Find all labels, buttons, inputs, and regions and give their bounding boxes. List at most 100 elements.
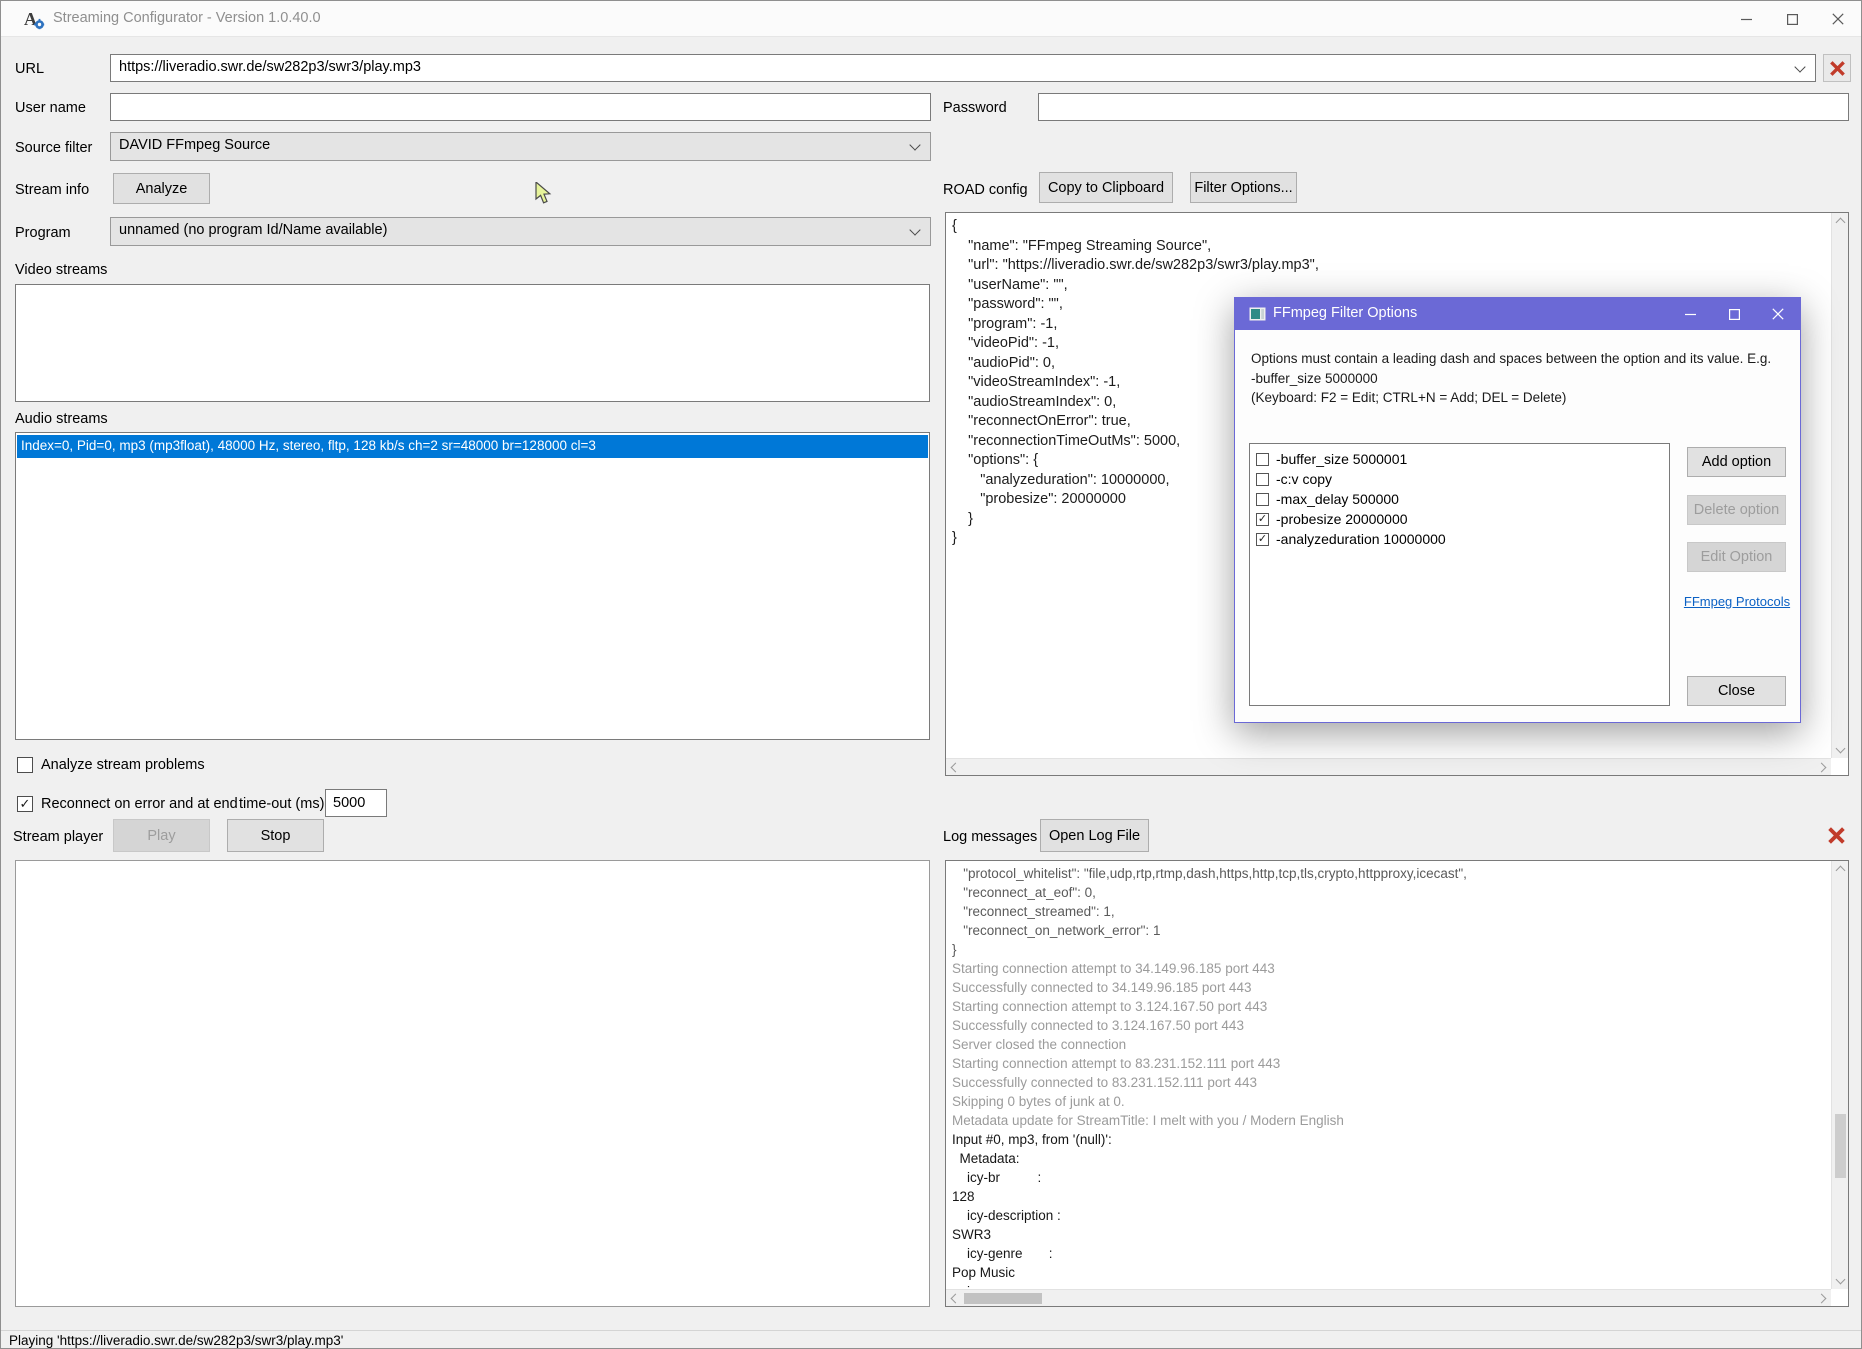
option-checkbox[interactable] (1256, 473, 1269, 486)
source-filter-dropdown[interactable]: DAVID FFmpeg Source (110, 132, 931, 161)
video-streams-list[interactable] (15, 284, 930, 402)
hscroll-thumb[interactable] (964, 1293, 1042, 1304)
road-config-json-line: "userName": "", (952, 276, 1828, 296)
audio-stream-item-selected[interactable]: Index=0, Pid=0, mp3 (mp3float), 48000 Hz… (17, 435, 928, 458)
red-x-icon (1827, 826, 1846, 845)
option-checkbox[interactable] (1256, 453, 1269, 466)
log-messages-label: Log messages (943, 829, 1037, 845)
url-combobox[interactable]: https://liveradio.swr.de/sw282p3/swr3/pl… (110, 54, 1816, 82)
analyze-problems-checkbox[interactable] (17, 757, 33, 773)
ffmpeg-protocols-link[interactable]: FFmpeg Protocols (1675, 594, 1799, 609)
add-option-button[interactable]: Add option (1687, 447, 1786, 477)
log-line: Input #0, mp3, from '(null)': (952, 1130, 1828, 1149)
filter-option-row[interactable]: ✓ -analyzeduration 10000000 (1254, 529, 1665, 549)
copy-to-clipboard-button[interactable]: Copy to Clipboard (1039, 172, 1173, 203)
minimize-button[interactable] (1723, 1, 1769, 37)
road-config-hscrollbar[interactable] (946, 758, 1831, 775)
username-label: User name (15, 100, 86, 116)
log-line: Successfully connected to 83.231.152.111… (952, 1073, 1828, 1092)
close-icon (1772, 308, 1784, 320)
option-checkbox[interactable]: ✓ (1256, 513, 1269, 526)
scroll-left-icon[interactable] (951, 763, 961, 773)
dialog-title-bar: FFmpeg Filter Options (1235, 298, 1800, 330)
close-button[interactable] (1815, 1, 1861, 37)
video-streams-label: Video streams (15, 262, 107, 278)
scroll-down-icon[interactable] (1836, 744, 1846, 754)
log-line: Pop Music (952, 1263, 1828, 1282)
clear-url-button[interactable] (1823, 54, 1851, 82)
stream-player-label: Stream player (13, 829, 103, 845)
url-label: URL (15, 61, 44, 77)
log-line: Starting connection attempt to 83.231.15… (952, 1054, 1828, 1073)
filter-options-button[interactable]: Filter Options... (1190, 172, 1297, 203)
dialog-minimize-button[interactable] (1668, 298, 1712, 330)
maximize-icon (1729, 309, 1740, 320)
log-line: } (952, 940, 1828, 959)
delete-option-button[interactable]: Delete option (1687, 495, 1786, 525)
stop-button[interactable]: Stop (227, 819, 324, 852)
clear-log-button[interactable] (1823, 822, 1849, 848)
dialog-window-icon (1249, 307, 1266, 321)
filter-option-row[interactable]: -buffer_size 5000001 (1254, 449, 1665, 469)
log-line: "reconnect_on_network_error": 1 (952, 921, 1828, 940)
program-dropdown[interactable]: unnamed (no program Id/Name available) (110, 217, 931, 246)
filter-options-list[interactable]: -buffer_size 5000001 -c:v copy -max_delay … (1249, 443, 1670, 706)
log-line: SWR3 (952, 1225, 1828, 1244)
log-line: icy-description : (952, 1206, 1828, 1225)
road-config-vscrollbar[interactable] (1831, 213, 1848, 758)
status-text: Playing 'https://liveradio.swr.de/sw282p… (9, 1333, 343, 1348)
close-dialog-button[interactable]: Close (1687, 676, 1786, 706)
dialog-maximize-button[interactable] (1712, 298, 1756, 330)
road-config-json-line: "url": "https://liveradio.swr.de/sw282p3… (952, 256, 1828, 276)
audio-streams-list[interactable]: Index=0, Pid=0, mp3 (mp3float), 48000 Hz… (15, 432, 930, 740)
edit-option-button[interactable]: Edit Option (1687, 542, 1786, 572)
road-config-json-line: "name": "FFmpeg Streaming Source", (952, 237, 1828, 257)
chevron-down-icon[interactable] (909, 224, 920, 235)
log-line: "reconnect_at_eof": 0, (952, 883, 1828, 902)
log-line: Skipping 0 bytes of junk at 0. (952, 1092, 1828, 1111)
option-label: -c:v copy (1276, 471, 1332, 487)
chevron-down-icon[interactable] (909, 139, 920, 150)
svg-text:A: A (24, 9, 37, 29)
log-line: Successfully connected to 34.149.96.185 … (952, 978, 1828, 997)
filter-option-row[interactable]: -max_delay 500000 (1254, 489, 1665, 509)
option-label: -probesize 20000000 (1276, 511, 1408, 527)
option-checkbox[interactable] (1256, 493, 1269, 506)
log-hscrollbar[interactable] (946, 1289, 1831, 1306)
username-input[interactable] (110, 93, 931, 121)
password-input[interactable] (1038, 93, 1849, 121)
analyze-button[interactable]: Analyze (113, 173, 210, 204)
maximize-button[interactable] (1769, 1, 1815, 37)
log-line: Metadata update for StreamTitle: I melt … (952, 1111, 1828, 1130)
scroll-down-icon[interactable] (1836, 1275, 1846, 1285)
chevron-down-icon[interactable] (1794, 61, 1805, 72)
option-label: -max_delay 500000 (1276, 491, 1399, 507)
vscroll-thumb[interactable] (1835, 1114, 1846, 1178)
program-value: unnamed (no program Id/Name available) (119, 222, 387, 238)
scroll-left-icon[interactable] (951, 1294, 961, 1304)
open-log-file-button[interactable]: Open Log File (1040, 819, 1149, 852)
play-button[interactable]: Play (113, 819, 210, 852)
reconnect-checkbox[interactable]: ✓ (17, 796, 33, 812)
log-text[interactable]: "protocol_whitelist": "file,udp,rtp,rtmp… (952, 864, 1828, 1288)
dialog-instructions: Options must contain a leading dash and … (1251, 349, 1789, 408)
scroll-up-icon[interactable] (1836, 218, 1846, 228)
option-checkbox[interactable]: ✓ (1256, 533, 1269, 546)
scroll-right-icon[interactable] (1817, 763, 1827, 773)
title-bar: A Streaming Configurator - Version 1.0.4… (1, 1, 1861, 37)
log-line: icy-genre : (952, 1244, 1828, 1263)
dialog-close-button[interactable] (1756, 298, 1800, 330)
log-line: "protocol_whitelist": "file,udp,rtp,rtmp… (952, 864, 1828, 883)
road-config-json-line: { (952, 217, 1828, 237)
filter-option-row[interactable]: ✓ -probesize 20000000 (1254, 509, 1665, 529)
log-line: Starting connection attempt to 34.149.96… (952, 959, 1828, 978)
timeout-input[interactable] (325, 789, 387, 817)
url-value: https://liveradio.swr.de/sw282p3/swr3/pl… (119, 59, 421, 75)
option-label: -analyzeduration 10000000 (1276, 531, 1446, 547)
dialog-title: FFmpeg Filter Options (1273, 305, 1417, 321)
scroll-right-icon[interactable] (1817, 1294, 1827, 1304)
log-vscrollbar[interactable] (1831, 861, 1848, 1289)
source-filter-label: Source filter (15, 140, 92, 156)
scroll-up-icon[interactable] (1836, 866, 1846, 876)
filter-option-row[interactable]: -c:v copy (1254, 469, 1665, 489)
